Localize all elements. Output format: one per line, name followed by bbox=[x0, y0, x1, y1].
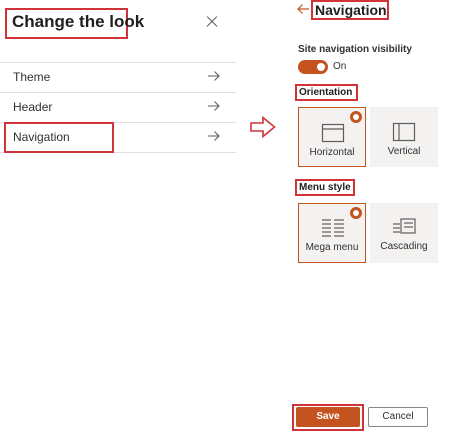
menu-item-label: Theme bbox=[13, 70, 51, 84]
menu-style-label: Menu style bbox=[299, 182, 351, 193]
navigation-item-highlight bbox=[4, 122, 114, 153]
close-icon[interactable] bbox=[204, 13, 222, 31]
visibility-label: Site navigation visibility bbox=[298, 44, 412, 55]
menu-item-label: Header bbox=[13, 100, 53, 114]
radio-selected-icon bbox=[350, 207, 362, 219]
orientation-option-vertical[interactable]: Vertical bbox=[370, 107, 438, 167]
hollow-arrow-right-icon bbox=[250, 116, 276, 138]
mega-menu-icon bbox=[322, 219, 344, 237]
arrow-right-icon bbox=[208, 71, 220, 81]
menu-style-option-cascading[interactable]: Cascading bbox=[370, 203, 438, 263]
orientation-option-horizontal[interactable]: Horizontal bbox=[298, 107, 366, 167]
toggle-knob bbox=[317, 63, 325, 71]
option-label: Horizontal bbox=[309, 147, 355, 158]
horizontal-layout-icon bbox=[321, 123, 345, 143]
option-label: Mega menu bbox=[305, 242, 359, 253]
navigation-visibility-toggle[interactable] bbox=[298, 60, 328, 74]
back-arrow-icon[interactable] bbox=[296, 2, 310, 16]
vertical-layout-icon bbox=[392, 122, 416, 142]
save-button[interactable]: Save bbox=[296, 407, 360, 427]
arrow-right-icon bbox=[208, 101, 220, 111]
navigation-panel-title: Navigation bbox=[315, 2, 387, 18]
menu-item-theme[interactable]: Theme bbox=[0, 63, 236, 92]
option-label: Cascading bbox=[380, 241, 428, 252]
option-label: Vertical bbox=[387, 146, 421, 157]
menu-item-header[interactable]: Header bbox=[0, 93, 236, 122]
arrow-right-icon bbox=[208, 131, 220, 141]
toggle-state-text: On bbox=[333, 61, 347, 72]
menu-style-option-mega-menu[interactable]: Mega menu bbox=[298, 203, 366, 263]
cancel-button[interactable]: Cancel bbox=[368, 407, 428, 427]
cascading-menu-icon bbox=[393, 218, 416, 234]
radio-selected-icon bbox=[350, 111, 362, 123]
orientation-label: Orientation bbox=[299, 87, 353, 98]
change-look-title: Change the look bbox=[12, 12, 145, 31]
